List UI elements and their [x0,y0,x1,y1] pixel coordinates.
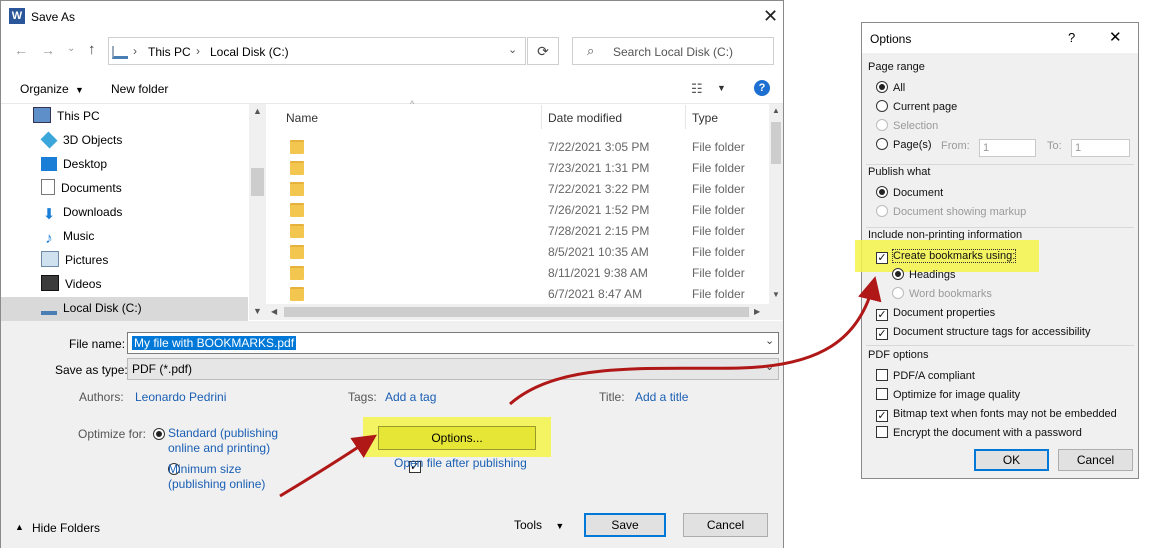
arrow-to-options-button [279,434,377,498]
arrow-to-bookmarks-option [509,276,882,406]
annotation-arrows [279,276,882,498]
